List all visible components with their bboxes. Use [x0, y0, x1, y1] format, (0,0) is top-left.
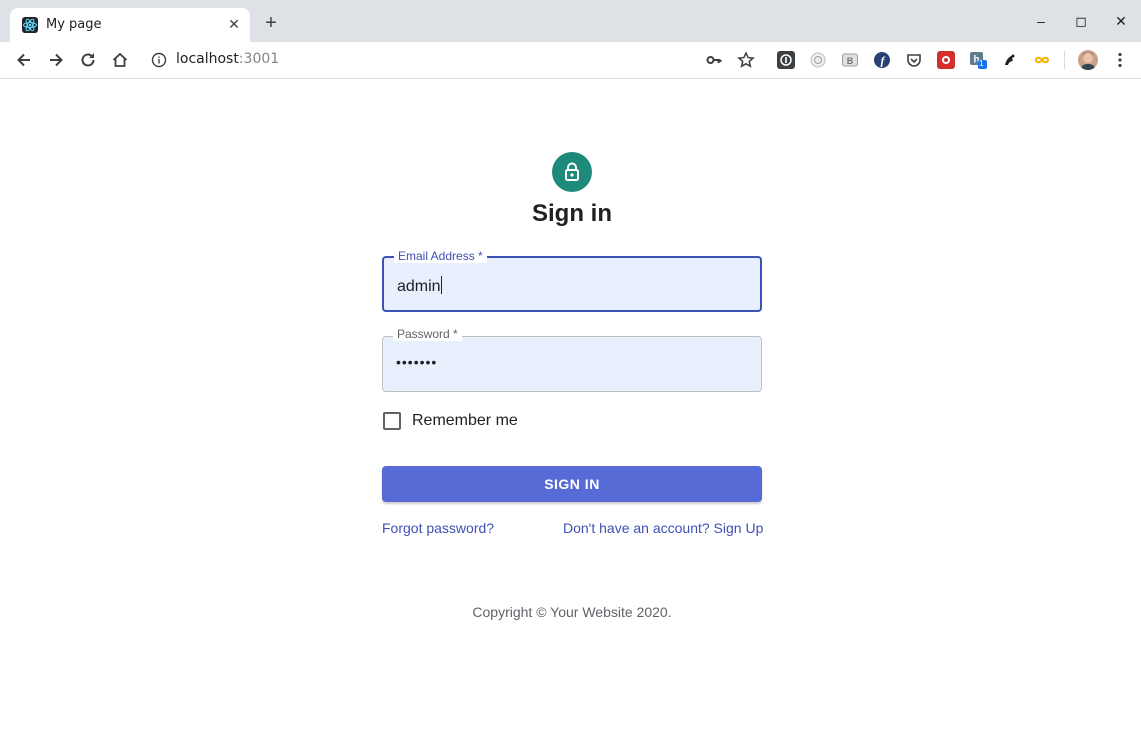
infinity-extension-icon[interactable] [1033, 51, 1051, 69]
password-field[interactable]: Password * ••••••• [382, 327, 762, 392]
circle-extension-icon[interactable] [809, 51, 827, 69]
toolbar-divider [1064, 51, 1065, 69]
pocket-icon[interactable] [905, 51, 923, 69]
copyright-text: Copyright © Your Website 2020. [472, 604, 672, 620]
profile-avatar-icon[interactable] [1078, 50, 1098, 70]
forgot-password-link[interactable]: Forgot password? [382, 520, 494, 536]
svg-text:B: B [847, 56, 854, 66]
bookmark-star-icon[interactable] [736, 50, 756, 70]
browser-tab[interactable]: My page ✕ [10, 8, 250, 42]
url-host: localhost [176, 51, 239, 67]
key-icon[interactable] [704, 50, 724, 70]
home-icon[interactable] [110, 50, 130, 70]
react-icon [22, 17, 38, 33]
red-extension-icon[interactable] [937, 51, 955, 69]
remember-me-checkbox[interactable] [383, 412, 401, 430]
tab-title: My page [46, 17, 102, 32]
reload-icon[interactable] [78, 50, 98, 70]
b-extension-icon[interactable]: B [841, 51, 859, 69]
email-field[interactable]: Email Address * admin [382, 249, 762, 312]
fedora-icon[interactable]: f [873, 51, 891, 69]
new-tab-button[interactable]: + [262, 13, 280, 33]
h-extension-icon[interactable]: h 1 [969, 51, 987, 69]
email-input[interactable]: admin [397, 276, 442, 296]
email-label: Email Address * [394, 249, 487, 263]
page-viewport: Sign in Email Address * admin Password *… [2, 80, 1139, 746]
tab-close-icon[interactable]: ✕ [226, 16, 242, 32]
forward-icon[interactable] [46, 50, 66, 70]
password-label: Password * [393, 327, 462, 341]
browser-menu-icon[interactable] [1110, 50, 1130, 70]
lock-icon [552, 152, 592, 192]
back-icon[interactable] [14, 50, 34, 70]
page-title: Sign in [532, 200, 612, 227]
1password-icon[interactable] [777, 51, 795, 69]
browser-toolbar: localhost:3001 B f h 1 [0, 42, 1141, 79]
text-caret [440, 276, 442, 294]
minimize-button[interactable]: – [1032, 12, 1050, 30]
email-value: admin [397, 278, 441, 295]
password-input[interactable]: ••••••• [396, 354, 437, 370]
remember-me-label[interactable]: Remember me [412, 412, 518, 430]
sign-up-link[interactable]: Don't have an account? Sign Up [563, 520, 763, 536]
site-info-icon[interactable] [151, 52, 167, 68]
close-window-button[interactable]: ✕ [1112, 12, 1130, 30]
sign-in-button[interactable]: SIGN IN [382, 466, 762, 502]
tab-strip: My page ✕ + – ◻ ✕ [0, 0, 1141, 42]
address-bar[interactable]: localhost:3001 [176, 51, 279, 67]
bird-extension-icon[interactable] [1001, 51, 1019, 69]
maximize-button[interactable]: ◻ [1072, 12, 1090, 30]
extension-badge: 1 [979, 59, 984, 68]
url-port: :3001 [238, 51, 280, 67]
